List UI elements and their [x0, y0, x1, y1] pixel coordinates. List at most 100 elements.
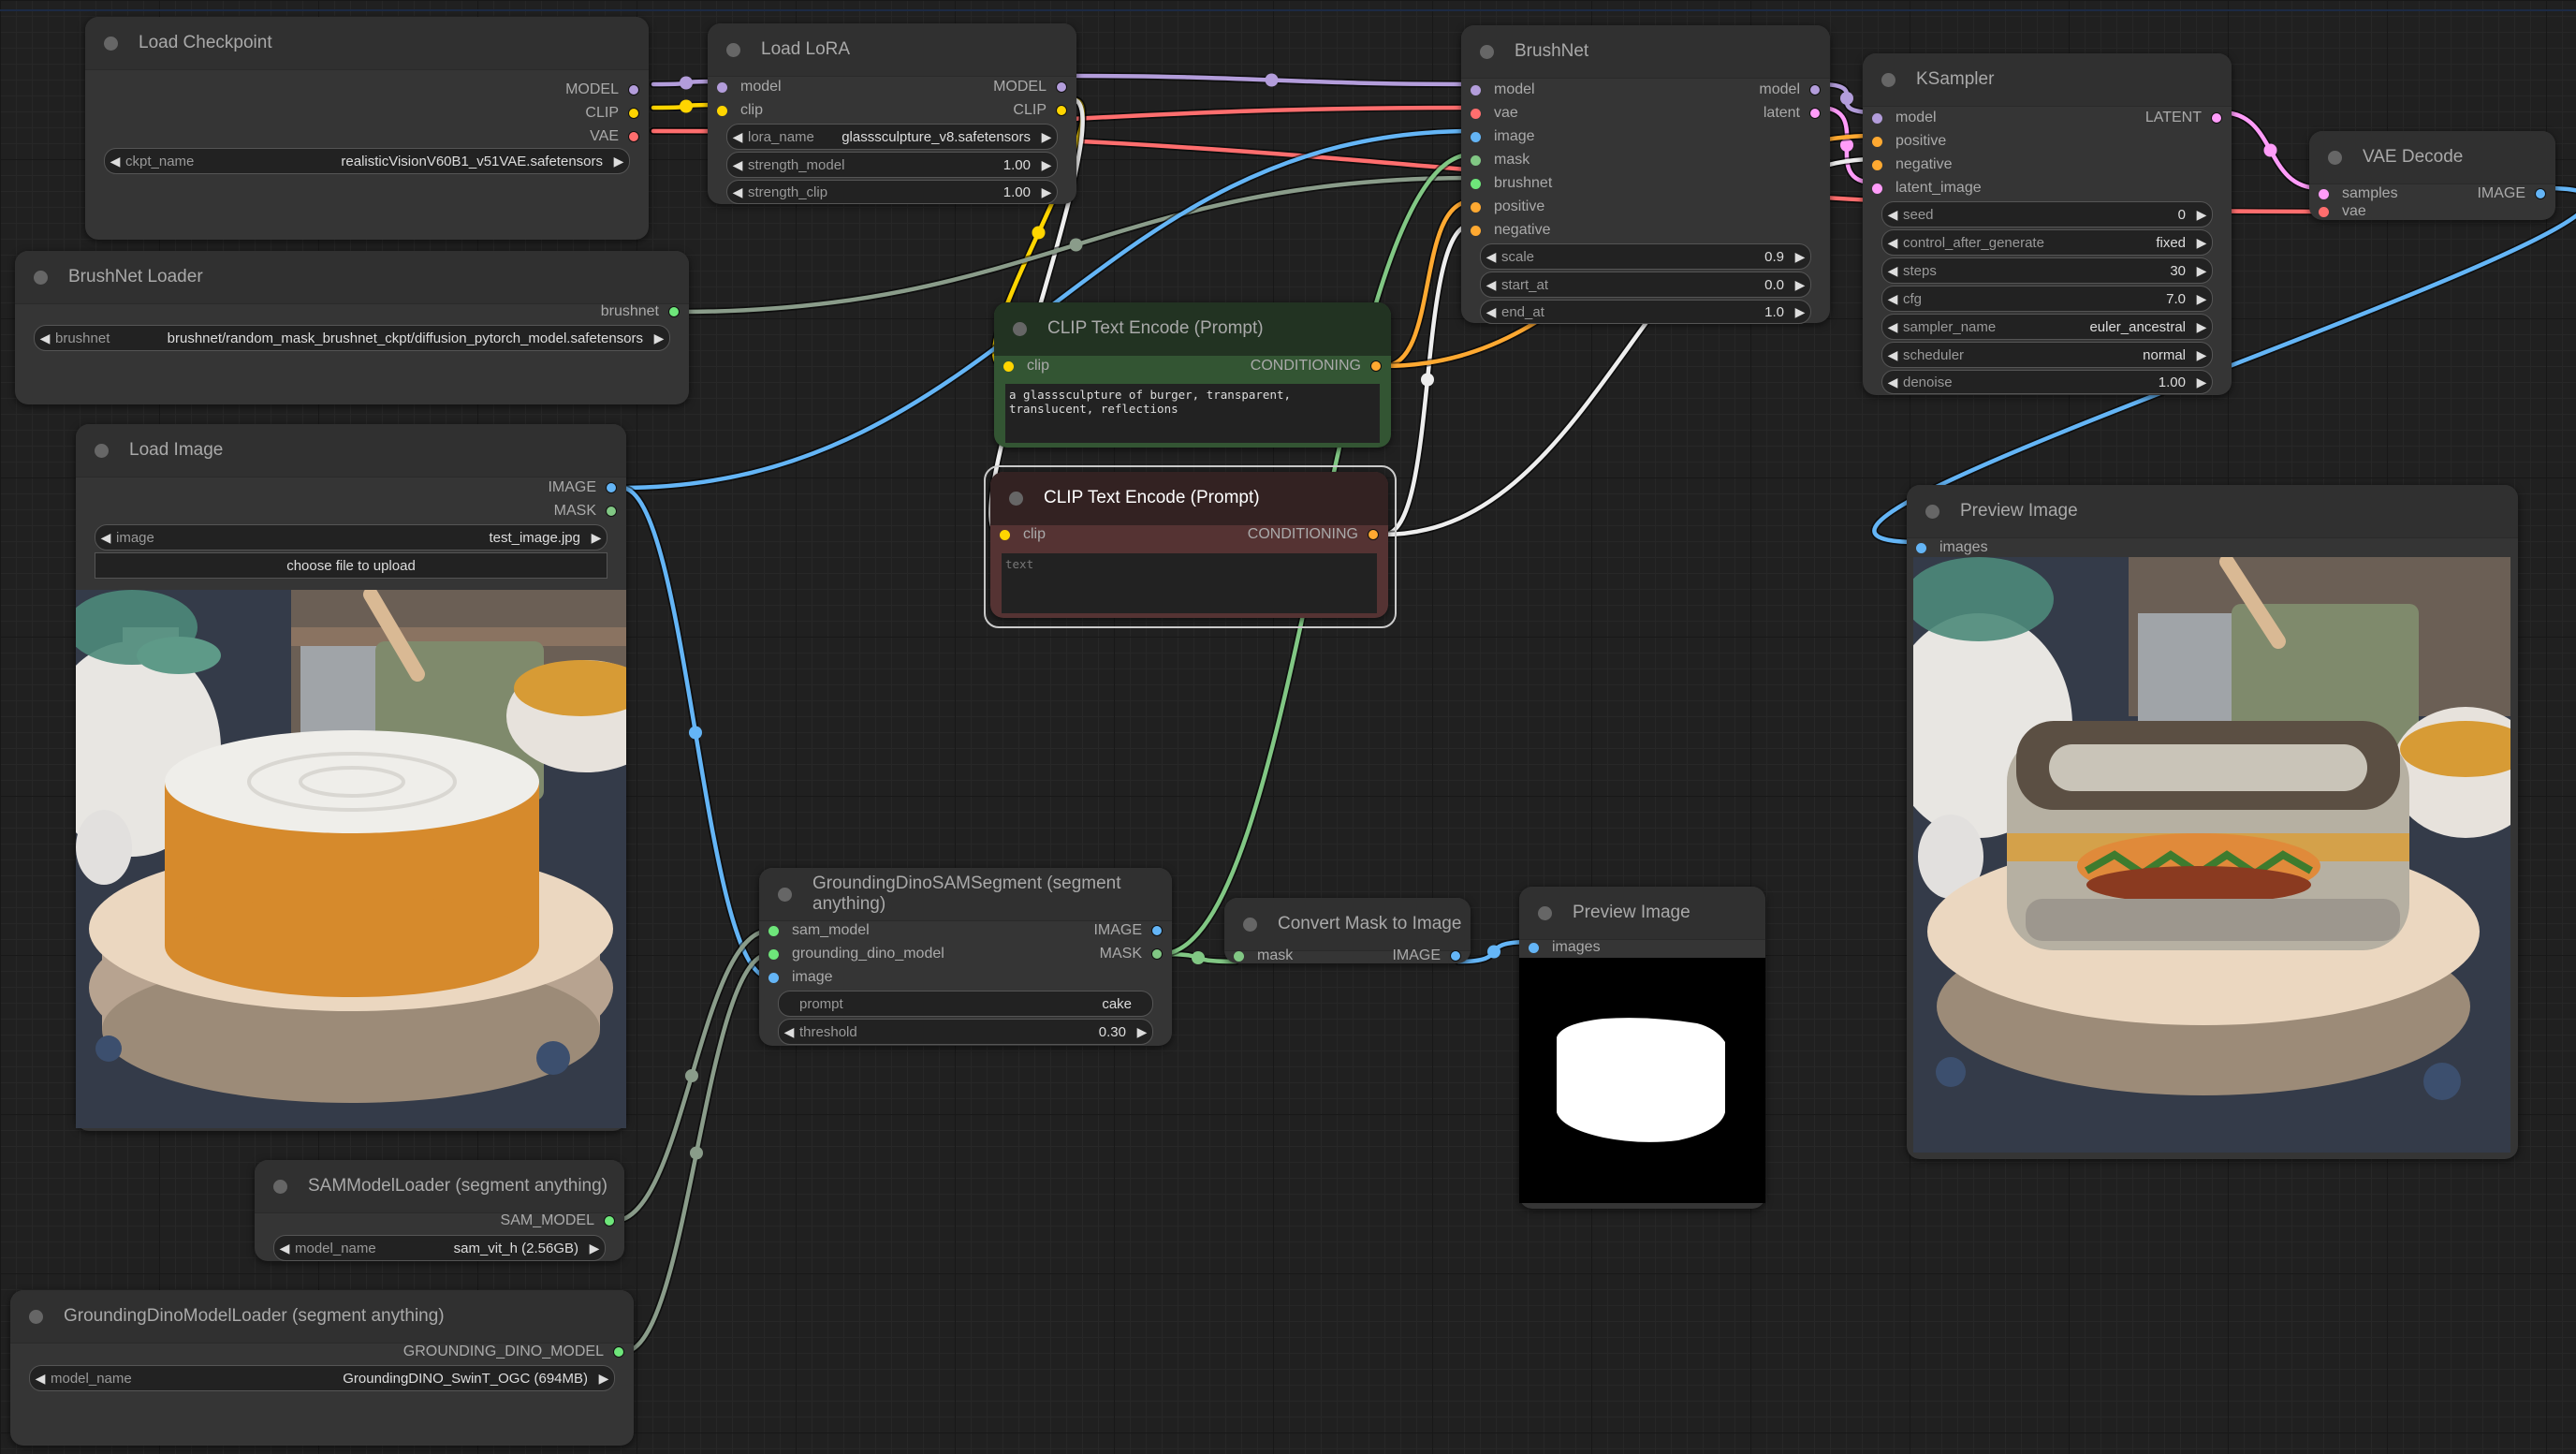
arrow-left-icon[interactable]: ◀ — [105, 154, 125, 169]
input-grounding-dino-model[interactable]: grounding_dino_model — [768, 943, 944, 965]
arrow-left-icon[interactable]: ◀ — [1481, 277, 1501, 293]
slot-dot-icon[interactable] — [1151, 948, 1163, 960]
arrow-left-icon[interactable]: ◀ — [727, 129, 748, 145]
output-conditioning[interactable]: CONDITIONING — [1248, 523, 1379, 546]
arrow-right-icon[interactable]: ▶ — [2191, 235, 2212, 251]
arrow-right-icon[interactable]: ▶ — [2191, 263, 2212, 279]
collapse-dot-icon[interactable] — [1538, 905, 1552, 920]
node-brushnet-loader[interactable]: BrushNet Loader brushnet ◀ brushnet brushn… — [15, 251, 689, 404]
link-negative-brushnet[interactable] — [1381, 222, 1474, 537]
node-title[interactable]: CLIP Text Encode (Prompt) — [994, 302, 1391, 356]
output-model[interactable]: MODEL — [993, 76, 1067, 98]
widget-seed[interactable]: ◀ seed 0 ▶ — [1881, 201, 2213, 228]
slot-dot-icon[interactable] — [628, 108, 639, 119]
input-sam-model[interactable]: sam_model — [768, 919, 870, 942]
link-ksampler-latent-decode[interactable] — [2218, 110, 2322, 191]
arrow-right-icon[interactable]: ▶ — [586, 530, 607, 546]
slot-dot-icon[interactable] — [1529, 942, 1539, 953]
input-negative[interactable]: negative — [1471, 219, 1551, 242]
output-image[interactable]: IMAGE — [1093, 919, 1163, 942]
collapse-dot-icon[interactable] — [1480, 44, 1494, 59]
input-clip[interactable]: clip — [717, 99, 763, 122]
output-latent[interactable]: LATENT — [2145, 107, 2222, 129]
widget-cfg[interactable]: ◀ cfg 7.0 ▶ — [1881, 286, 2213, 312]
arrow-left-icon[interactable]: ◀ — [30, 1371, 51, 1387]
node-title[interactable]: Convert Mask to Image — [1224, 898, 1471, 951]
link-image-segment[interactable] — [619, 485, 772, 980]
widget-lora-name[interactable]: ◀ lora_name glasssculpture_v8.safetensors ▶ — [726, 124, 1058, 150]
slot-dot-icon[interactable] — [717, 105, 727, 116]
node-title[interactable]: Preview Image — [1907, 485, 2518, 538]
widget-steps[interactable]: ◀ steps 30 ▶ — [1881, 257, 2213, 284]
arrow-left-icon[interactable]: ◀ — [1882, 319, 1903, 335]
arrow-right-icon[interactable]: ▶ — [1790, 304, 1810, 320]
widget-end-at[interactable]: ◀ end_at 1.0 ▶ — [1480, 300, 1811, 324]
arrow-left-icon[interactable]: ◀ — [1481, 249, 1501, 265]
prompt-text-input[interactable]: a glasssculpture of burger, transparent,… — [1005, 384, 1380, 443]
slot-dot-icon[interactable] — [1471, 225, 1481, 236]
slot-dot-icon[interactable] — [613, 1346, 624, 1358]
arrow-right-icon[interactable]: ▶ — [593, 1371, 614, 1387]
link-midpoint-handle[interactable] — [1421, 373, 1434, 387]
arrow-left-icon[interactable]: ◀ — [1882, 347, 1903, 363]
input-mask[interactable]: mask — [1471, 149, 1530, 171]
slot-dot-icon[interactable] — [768, 925, 779, 936]
arrow-right-icon[interactable]: ▶ — [1036, 157, 1057, 173]
node-grounding-dino-model-loader[interactable]: GroundingDinoModelLoader (segment anythi… — [10, 1290, 634, 1446]
node-title[interactable]: GroundingDinoModelLoader (segment anythi… — [10, 1290, 634, 1344]
slot-dot-icon[interactable] — [768, 972, 779, 983]
widget-strength-model[interactable]: ◀ strength_model 1.00 ▶ — [726, 152, 1058, 178]
link-midpoint-handle[interactable] — [1487, 945, 1500, 959]
slot-dot-icon[interactable] — [1368, 529, 1379, 540]
node-title[interactable]: SAMModelLoader (segment anything) — [255, 1160, 624, 1213]
link-midpoint-handle[interactable] — [1840, 139, 1853, 152]
node-preview-image-mask[interactable]: Preview Image images — [1519, 887, 1765, 1209]
widget-image[interactable]: ◀ image test_image.jpg ▶ — [95, 524, 607, 551]
slot-dot-icon[interactable] — [1872, 159, 1882, 170]
arrow-right-icon[interactable]: ▶ — [2191, 319, 2212, 335]
collapse-dot-icon[interactable] — [34, 270, 48, 285]
input-positive[interactable]: positive — [1872, 130, 1946, 153]
arrow-left-icon[interactable]: ◀ — [1882, 375, 1903, 390]
link-midpoint-handle[interactable] — [685, 1069, 698, 1082]
collapse-dot-icon[interactable] — [1881, 72, 1895, 87]
input-images[interactable]: images — [1529, 936, 1601, 959]
arrow-right-icon[interactable]: ▶ — [2191, 207, 2212, 223]
output-clip[interactable]: CLIP — [585, 102, 639, 125]
slot-dot-icon[interactable] — [1151, 925, 1163, 936]
output-latent[interactable]: latent — [1764, 102, 1821, 125]
link-midpoint-handle[interactable] — [2263, 143, 2277, 157]
slot-dot-icon[interactable] — [1003, 360, 1014, 372]
collapse-dot-icon[interactable] — [1925, 504, 1939, 519]
slot-dot-icon[interactable] — [1809, 108, 1821, 119]
widget-denoise[interactable]: ◀ denoise 1.00 ▶ — [1881, 370, 2213, 394]
arrow-right-icon[interactable]: ▶ — [608, 154, 629, 169]
slot-dot-icon[interactable] — [1872, 136, 1882, 147]
widget-scheduler[interactable]: ◀ scheduler normal ▶ — [1881, 342, 2213, 368]
output-conditioning[interactable]: CONDITIONING — [1251, 355, 1382, 377]
link-midpoint-handle[interactable] — [1265, 73, 1279, 87]
upload-button[interactable]: choose file to upload — [95, 552, 607, 579]
slot-dot-icon[interactable] — [1471, 108, 1481, 119]
arrow-left-icon[interactable]: ◀ — [727, 184, 748, 200]
slot-dot-icon[interactable] — [1916, 542, 1926, 553]
link-midpoint-handle[interactable] — [1069, 238, 1083, 252]
slot-dot-icon[interactable] — [1872, 112, 1882, 124]
slot-dot-icon[interactable] — [2319, 188, 2329, 199]
output-image[interactable]: IMAGE — [2477, 183, 2546, 205]
slot-dot-icon[interactable] — [1370, 360, 1382, 372]
node-title[interactable]: BrushNet Loader — [15, 251, 689, 304]
slot-dot-icon[interactable] — [1809, 84, 1821, 95]
slot-dot-icon[interactable] — [768, 948, 779, 960]
arrow-left-icon[interactable]: ◀ — [1882, 291, 1903, 307]
node-load-lora[interactable]: Load LoRA model clip MODEL CLIP ◀ lora_na… — [708, 23, 1076, 204]
link-positive-brushnet[interactable] — [1381, 198, 1474, 369]
node-title[interactable]: Load Checkpoint — [85, 17, 649, 70]
node-sam-model-loader[interactable]: SAMModelLoader (segment anything) SAM_MO… — [255, 1160, 624, 1261]
collapse-dot-icon[interactable] — [104, 36, 118, 51]
slot-dot-icon[interactable] — [1471, 131, 1481, 142]
input-negative[interactable]: negative — [1872, 154, 1953, 176]
slot-dot-icon[interactable] — [1471, 84, 1481, 95]
input-samples[interactable]: samples — [2319, 183, 2398, 205]
arrow-right-icon[interactable]: ▶ — [1132, 1024, 1152, 1040]
